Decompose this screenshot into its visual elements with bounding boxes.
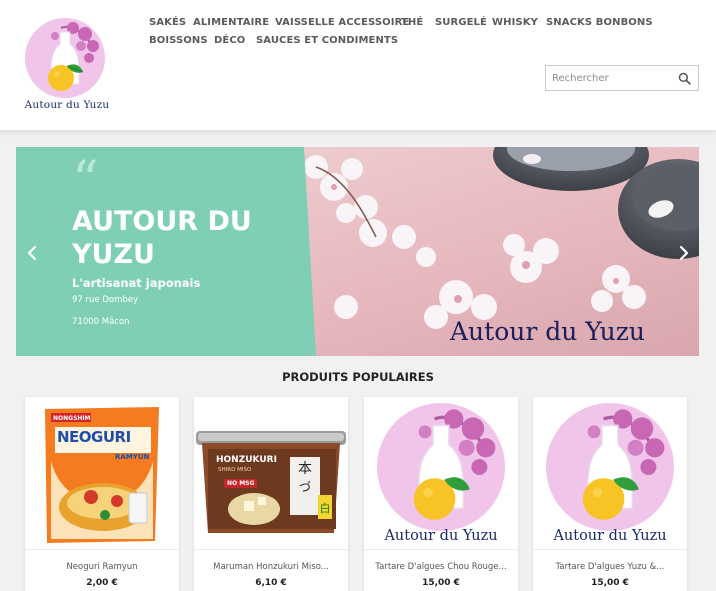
card-divider <box>25 549 179 550</box>
slide-caption: “ AUTOUR DU YUZU L'artisanat japonais 97… <box>16 147 699 356</box>
logo-emblem <box>25 18 105 98</box>
neoguri-sub: RAMYUN <box>115 453 150 461</box>
product-name[interactable]: Tartare D'algues Chou Rouge... <box>368 562 514 572</box>
neoguri-title: NEOGURI <box>57 428 131 446</box>
site-header: Autour du Yuzu SAKÉS ALIMENTAIRE VAISSEL… <box>0 0 716 131</box>
product-price: 6,10 € <box>255 578 287 588</box>
quote-icon: “ <box>72 151 99 211</box>
chevron-left-icon[interactable] <box>24 245 40 261</box>
miso-sub: SHIRO MISO <box>218 467 252 473</box>
nav-item-vaisselle-accessoire[interactable]: VAISSELLE ACCESSOIRE <box>275 17 409 28</box>
slide-address-line2: 71000 Mâcon <box>72 317 130 327</box>
card-divider <box>364 549 518 550</box>
product-price: 15,00 € <box>422 578 460 588</box>
product-name[interactable]: Maruman Honzukuri Miso... <box>198 562 344 572</box>
slide-address-line1: 97 rue Dombey <box>72 295 139 305</box>
product-image-miso[interactable]: 本 づ 白 HONZUKURI SHIRO MISO NO MSG <box>194 397 348 549</box>
site-logo[interactable]: Autour du Yuzu <box>20 18 114 116</box>
product-card[interactable]: Autour du Yuzu Tartare D'algues Chou Rou… <box>364 397 518 591</box>
nav-item-alimentaire[interactable]: ALIMENTAIRE <box>193 17 269 28</box>
svg-text:本: 本 <box>298 461 312 477</box>
product-price: 15,00 € <box>591 578 629 588</box>
chevron-right-icon[interactable] <box>676 245 692 261</box>
product-image-neoguri[interactable]: NONGSHIM NEOGURI RAMYUN <box>25 397 179 549</box>
nav-item-deco[interactable]: DÉCO <box>214 35 245 46</box>
nav-item-the[interactable]: THÉ <box>401 17 423 28</box>
miso-badge: NO MSG <box>224 479 258 488</box>
brand-logo-text: Autour du Yuzu <box>384 528 498 544</box>
search-box <box>545 65 699 91</box>
brand-logo <box>546 403 674 531</box>
search-input[interactable] <box>546 66 672 90</box>
product-card[interactable]: NONGSHIM NEOGURI RAMYUN Neoguri Ramyun 2… <box>25 397 179 591</box>
svg-text:づ: づ <box>299 480 311 494</box>
brand-logo <box>377 403 505 531</box>
product-card[interactable]: 本 づ 白 HONZUKURI SHIRO MISO NO MSG Maruma… <box>194 397 348 591</box>
nav-item-sauces-condiments[interactable]: SAUCES ET CONDIMENTS <box>256 35 398 46</box>
nav-item-sakes[interactable]: SAKÉS <box>149 17 186 28</box>
search-icon[interactable] <box>678 72 691 85</box>
nav-item-snacks-bonbons[interactable]: SNACKS BONBONS <box>546 17 653 28</box>
product-price: 2,00 € <box>86 578 118 588</box>
brand-logo-text: Autour du Yuzu <box>553 528 667 544</box>
product-image-brand-logo[interactable]: Autour du Yuzu <box>533 397 687 549</box>
section-title-popular: PRODUITS POPULAIRES <box>282 370 434 384</box>
slide-subtitle: L'artisanat japonais <box>72 276 201 290</box>
hero-slider[interactable]: “ AUTOUR DU YUZU L'artisanat japonais 97… <box>16 147 699 356</box>
nav-item-whisky[interactable]: WHISKY <box>492 17 538 28</box>
slide-title: AUTOUR DU YUZU <box>72 206 252 270</box>
miso-label: HONZUKURI <box>216 455 277 465</box>
nav-item-surgele[interactable]: SURGELÉ <box>435 17 487 28</box>
neoguri-brand: NONGSHIM <box>53 415 91 422</box>
card-divider <box>533 549 687 550</box>
product-name[interactable]: Neoguri Ramyun <box>29 562 175 572</box>
product-card[interactable]: Autour du Yuzu Tartare D'algues Yuzu &..… <box>533 397 687 591</box>
logo-text: Autour du Yuzu <box>24 99 110 111</box>
svg-text:白: 白 <box>320 501 331 515</box>
product-name[interactable]: Tartare D'algues Yuzu &... <box>537 562 683 572</box>
slide-brand-text: Autour du Yuzu <box>450 317 646 346</box>
card-divider <box>194 549 348 550</box>
nav-item-boissons[interactable]: BOISSONS <box>149 35 208 46</box>
product-image-brand-logo[interactable]: Autour du Yuzu <box>364 397 518 549</box>
